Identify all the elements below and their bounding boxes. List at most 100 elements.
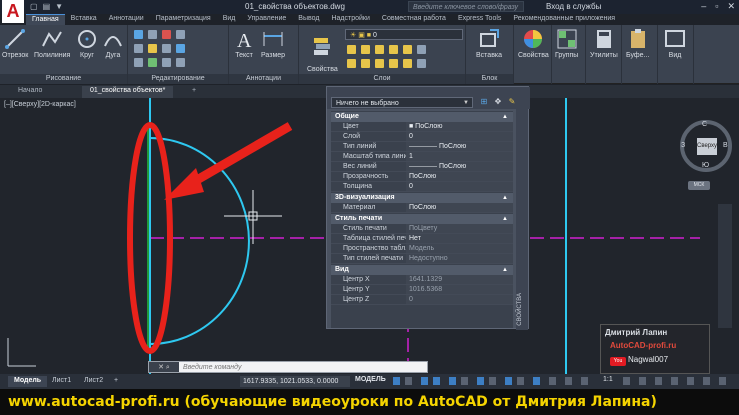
tab-parametric[interactable]: Параметризация — [150, 14, 217, 25]
quick-properties-icon[interactable] — [670, 376, 679, 386]
panel-layers-title[interactable]: Слои — [299, 74, 465, 84]
prop-row[interactable]: Пространство табл... Модель — [331, 244, 513, 254]
tab-manage[interactable]: Управление — [241, 14, 292, 25]
layer-off-icon[interactable] — [347, 45, 356, 54]
arc-tool[interactable]: Дуга — [102, 28, 124, 59]
annotation-scale-icon[interactable] — [580, 376, 589, 386]
selection-cycling-icon[interactable] — [504, 376, 513, 386]
layer-unlock-icon[interactable] — [389, 59, 398, 68]
section-view[interactable]: Вид ▲ — [331, 265, 513, 275]
prop-row[interactable]: Масштаб типа линий 1 — [331, 152, 513, 162]
lineweight-icon[interactable] — [476, 376, 485, 386]
osnap-icon[interactable] — [448, 376, 457, 386]
units-icon[interactable] — [654, 376, 663, 386]
coordinates-readout[interactable]: 1617.9335, 1021.0533, 0.0000 — [240, 376, 350, 387]
transparency-icon[interactable] — [488, 376, 497, 386]
tab-output[interactable]: Вывод — [292, 14, 325, 25]
annotation-visibility-icon[interactable] — [548, 376, 557, 386]
prop-row[interactable]: Таблица стилей печ...Нет — [331, 234, 513, 244]
stretch-icon[interactable] — [134, 58, 143, 67]
compass-east[interactable]: В — [723, 142, 728, 149]
prop-row[interactable]: Вес линий ———— ПоСлою — [331, 162, 513, 172]
properties-tool[interactable]: Свойства — [518, 28, 549, 59]
tab-start[interactable]: Начало — [10, 86, 50, 98]
prop-value[interactable]: ПоСлою — [406, 172, 513, 181]
qat-new-icon[interactable]: ▢ — [30, 2, 38, 11]
prop-row[interactable]: Центр Z 0 — [331, 295, 513, 305]
rotate-icon[interactable] — [148, 30, 157, 39]
prop-value[interactable]: ■ ПоСлою — [406, 122, 513, 131]
prop-row[interactable]: Материал ПоСлою — [331, 203, 513, 213]
tab-collaborate[interactable]: Совместная работа — [376, 14, 452, 25]
tab-home[interactable]: Главная — [26, 14, 65, 25]
utilities-tool[interactable]: Утилиты — [590, 28, 618, 59]
prop-value[interactable]: ———— ПоСлою — [406, 142, 513, 151]
prop-row[interactable]: Слой 0 — [331, 132, 513, 142]
section-general[interactable]: Общие ▲ — [331, 112, 513, 122]
maximize-icon[interactable]: ▫ — [715, 1, 718, 12]
mirror-icon[interactable] — [148, 44, 157, 53]
layer-unisolate-icon[interactable] — [361, 59, 370, 68]
command-line[interactable]: ✕ ⌕ Введите команду — [148, 361, 428, 373]
text-tool[interactable]: A Текст — [233, 28, 255, 59]
layer-previous-icon[interactable] — [417, 59, 426, 68]
layer-freeze-icon[interactable] — [375, 45, 384, 54]
selection-dropdown[interactable]: Ничего не выбрано ▼ — [331, 97, 473, 108]
prop-row[interactable]: Тип стилей печати Недоступно — [331, 254, 513, 264]
annotation-scale[interactable]: 1:1 — [603, 376, 613, 383]
layer-current-icon[interactable] — [417, 45, 426, 54]
layer-thaw-icon[interactable] — [375, 59, 384, 68]
wcs-menu[interactable]: МСК — [688, 181, 710, 190]
compass-west[interactable]: З — [681, 142, 685, 149]
command-input[interactable]: Введите команду — [183, 364, 241, 371]
insert-block-tool[interactable]: Вставка — [476, 28, 502, 59]
layer-properties-tool[interactable]: Свойства слоя — [307, 28, 338, 80]
fillet-icon[interactable] — [162, 44, 171, 53]
panel-annotations-title[interactable]: Аннотации — [229, 74, 298, 84]
autoscale-icon[interactable] — [564, 376, 573, 386]
tab-current-drawing[interactable]: 01_свойства объектов* — [82, 86, 174, 98]
polar-icon[interactable] — [432, 376, 441, 386]
prop-row[interactable]: Тип линий ———— ПоСлою — [331, 142, 513, 152]
tab-layout1[interactable]: Лист1 — [46, 376, 77, 387]
workspace-gear-icon[interactable] — [622, 376, 631, 386]
add-layout-button[interactable]: + — [108, 376, 124, 387]
dynamic-ucs-icon[interactable] — [532, 376, 541, 386]
layer-on-icon[interactable] — [347, 59, 356, 68]
tab-layout2[interactable]: Лист2 — [78, 376, 109, 387]
sign-in-button[interactable]: Вход в службы — [546, 2, 601, 11]
panel-modify-title[interactable]: Редактирование — [128, 74, 228, 84]
close-icon[interactable]: ✕ — [727, 1, 735, 12]
prop-row[interactable]: Центр Y 1016.5368 — [331, 285, 513, 295]
circle-tool[interactable]: Круг — [76, 28, 98, 59]
clipboard-tool[interactable]: Буфе... — [626, 28, 649, 59]
layer-isolate-icon[interactable] — [361, 45, 370, 54]
properties-side-strip[interactable]: СВОЙСТВА — [516, 109, 528, 330]
view-tool[interactable]: Вид — [664, 28, 686, 59]
new-tab-button[interactable]: + — [184, 86, 204, 98]
scale-icon[interactable] — [148, 58, 157, 67]
compass-north[interactable]: С — [702, 121, 707, 128]
tab-addins[interactable]: Надстройки — [325, 14, 375, 25]
prop-value[interactable]: Нет — [406, 234, 513, 243]
otrack-icon[interactable] — [460, 376, 469, 386]
groups-tool[interactable]: Группы — [555, 28, 578, 59]
grid-icon[interactable] — [392, 376, 401, 386]
section-3d-visualization[interactable]: 3D-визуализация ▲ — [331, 193, 513, 203]
isolate-objects-icon[interactable] — [686, 376, 695, 386]
prop-row[interactable]: Прозрачность ПоСлою — [331, 172, 513, 182]
tab-insert[interactable]: Вставка — [65, 14, 103, 25]
layer-walk-icon[interactable] — [403, 59, 412, 68]
prop-value[interactable]: 0 — [406, 182, 513, 191]
layer-match-icon[interactable] — [403, 45, 412, 54]
prop-value[interactable]: 0 — [406, 132, 513, 141]
prop-value[interactable]: ———— ПоСлою — [406, 162, 513, 171]
move-icon[interactable] — [134, 30, 143, 39]
minimize-icon[interactable]: – — [701, 1, 706, 12]
toggle-pickadd-icon[interactable]: ⊞ — [479, 97, 489, 107]
command-close-icon[interactable]: ✕ ⌕ — [149, 362, 179, 372]
snap-icon[interactable] — [404, 376, 413, 386]
model-space-button[interactable]: МОДЕЛЬ — [355, 376, 386, 383]
tab-annotate[interactable]: Аннотации — [103, 14, 150, 25]
layer-dropdown[interactable]: ☀ ▣ ■ 0 — [345, 29, 463, 40]
